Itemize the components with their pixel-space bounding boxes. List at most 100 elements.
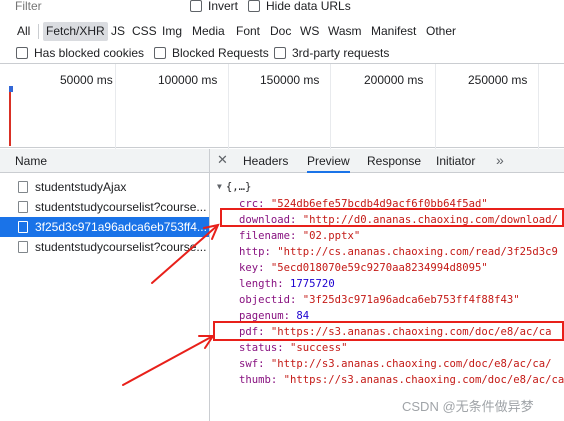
type-filter-font[interactable]: Font <box>233 22 263 41</box>
detail-tab-bar: ✕ Headers Preview Response Initiator » <box>210 149 564 173</box>
json-colon: : <box>277 278 291 290</box>
has-blocked-cookies-label: Has blocked cookies <box>34 46 145 60</box>
overview-tick-label: 200000 ms <box>364 73 424 87</box>
request-row-selected[interactable]: 3f25d3c971a96adca6eb753ff4... <box>0 217 209 237</box>
overview-tick-label: 100000 ms <box>158 73 218 87</box>
filter-bar: Invert Hide data URLs <box>0 0 564 14</box>
overview-gridline <box>330 64 331 149</box>
json-value: "02.pptx" <box>302 230 361 242</box>
filter-input[interactable] <box>0 0 180 14</box>
download-highlight-box <box>220 208 564 227</box>
json-key: key <box>239 262 259 274</box>
hide-data-urls-checkbox-box[interactable] <box>248 0 260 12</box>
json-colon: : <box>270 374 284 386</box>
request-name: studentstudycourselist?course... <box>35 240 207 254</box>
json-value: "http://s3.ananas.chaoxing.com/doc/e8/ac… <box>270 358 552 370</box>
type-filter-fetch-xhr[interactable]: Fetch/XHR <box>43 22 108 41</box>
invert-label: Invert <box>208 0 239 13</box>
overview-tick-label: 50000 ms <box>60 73 113 87</box>
network-overview[interactable]: 50000 ms 100000 ms 150000 ms 200000 ms 2… <box>0 63 564 149</box>
type-filter-all[interactable]: All <box>14 22 33 41</box>
overview-request-bar <box>9 86 13 92</box>
overview-gridline <box>538 64 539 149</box>
more-tabs-icon[interactable]: » <box>496 149 504 173</box>
request-row[interactable]: studentstudycourselist?course... <box>0 197 209 217</box>
type-filter-bar: All Fetch/XHR JS CSS Img Media Font Doc … <box>0 20 564 42</box>
json-value: "success" <box>290 342 348 354</box>
type-filter-divider <box>38 24 39 39</box>
pdf-highlight-box <box>213 321 564 341</box>
overview-gridline <box>228 64 229 149</box>
json-key: http <box>239 246 265 258</box>
json-value: "http://cs.ananas.chaoxing.com/read/3f25… <box>277 246 558 258</box>
json-field-status: status: "success" <box>239 340 564 356</box>
json-key: length <box>239 278 278 290</box>
request-detail-panel: ✕ Headers Preview Response Initiator » ▼… <box>210 149 564 421</box>
json-colon: : <box>277 342 291 354</box>
has-blocked-cookies-checkbox-box[interactable] <box>16 47 28 59</box>
type-filter-ws[interactable]: WS <box>297 22 322 41</box>
json-key: filename <box>239 230 291 242</box>
overview-tick-label: 150000 ms <box>260 73 320 87</box>
json-key: objectid <box>239 294 291 306</box>
request-list-panel: Name studentstudyAjax studentstudycourse… <box>0 149 210 421</box>
json-key: status <box>239 342 278 354</box>
blocked-requests-label: Blocked Requests <box>172 46 269 60</box>
overview-tick-label: 250000 ms <box>468 73 528 87</box>
tab-response[interactable]: Response <box>367 149 421 173</box>
type-filter-img[interactable]: Img <box>159 22 185 41</box>
json-root-label: {,…} <box>225 181 252 193</box>
json-root[interactable]: ▼ {,…} <box>217 179 251 195</box>
json-field-thumb: thumb: "https://s3.ananas.chaoxing.com/d… <box>239 372 564 388</box>
overview-load-marker <box>9 86 11 146</box>
json-field-length: length: 1775720 <box>239 276 564 292</box>
file-icon <box>18 241 28 253</box>
json-field-filename: filename: "02.pptx" <box>239 228 564 244</box>
file-icon <box>18 181 28 193</box>
json-key: thumb <box>239 374 271 386</box>
type-filter-wasm[interactable]: Wasm <box>325 22 365 41</box>
json-colon: : <box>258 358 271 370</box>
overview-gridline <box>435 64 436 149</box>
request-name: 3f25d3c971a96adca6eb753ff4... <box>35 220 207 234</box>
request-row[interactable]: studentstudycourselist?course... <box>0 237 209 257</box>
json-colon: : <box>290 230 303 242</box>
request-row[interactable]: studentstudyAjax <box>0 177 209 197</box>
third-party-requests-checkbox-box[interactable] <box>274 47 286 59</box>
overview-gridline <box>115 64 116 149</box>
json-value: 1775720 <box>290 278 335 290</box>
json-value: "5ecd018070e59c9270aa8234994d8095" <box>270 262 488 274</box>
blocked-requests-checkbox-box[interactable] <box>154 47 166 59</box>
json-field-key: key: "5ecd018070e59c9270aa8234994d8095" <box>239 260 564 276</box>
tab-headers[interactable]: Headers <box>243 149 288 173</box>
tab-initiator[interactable]: Initiator <box>436 149 475 173</box>
request-options-bar: Has blocked cookies Blocked Requests 3rd… <box>0 46 564 62</box>
json-value: "3f25d3c971a96adca6eb753ff4f88f43" <box>302 294 520 306</box>
file-icon <box>18 201 28 213</box>
type-filter-manifest[interactable]: Manifest <box>368 22 419 41</box>
type-filter-media[interactable]: Media <box>189 22 228 41</box>
type-filter-other[interactable]: Other <box>423 22 459 41</box>
tab-preview[interactable]: Preview <box>307 149 350 173</box>
close-icon[interactable]: ✕ <box>217 153 229 166</box>
type-filter-css[interactable]: CSS <box>129 22 160 41</box>
name-column-header[interactable]: Name <box>0 149 209 173</box>
file-icon <box>18 221 28 233</box>
watermark: CSDN @无条件做异梦 <box>402 399 534 414</box>
json-key: swf <box>239 358 259 370</box>
third-party-requests-label: 3rd-party requests <box>292 46 390 60</box>
json-value: "https://s3.ananas.chaoxing.com/doc/e8/a… <box>283 374 564 386</box>
json-colon: : <box>290 294 303 306</box>
json-field-objectid: objectid: "3f25d3c971a96adca6eb753ff4f88… <box>239 292 564 308</box>
hide-data-urls-label: Hide data URLs <box>266 0 351 13</box>
json-field-swf: swf: "http://s3.ananas.chaoxing.com/doc/… <box>239 356 564 372</box>
json-field-http: http: "http://cs.ananas.chaoxing.com/rea… <box>239 244 564 260</box>
json-colon: : <box>258 262 271 274</box>
request-name: studentstudycourselist?course... <box>35 200 207 214</box>
expand-triangle-icon[interactable]: ▼ <box>217 179 222 195</box>
type-filter-js[interactable]: JS <box>108 22 128 41</box>
type-filter-doc[interactable]: Doc <box>267 22 294 41</box>
json-colon: : <box>264 246 278 258</box>
invert-checkbox-box[interactable] <box>190 0 202 12</box>
request-name: studentstudyAjax <box>35 180 127 194</box>
